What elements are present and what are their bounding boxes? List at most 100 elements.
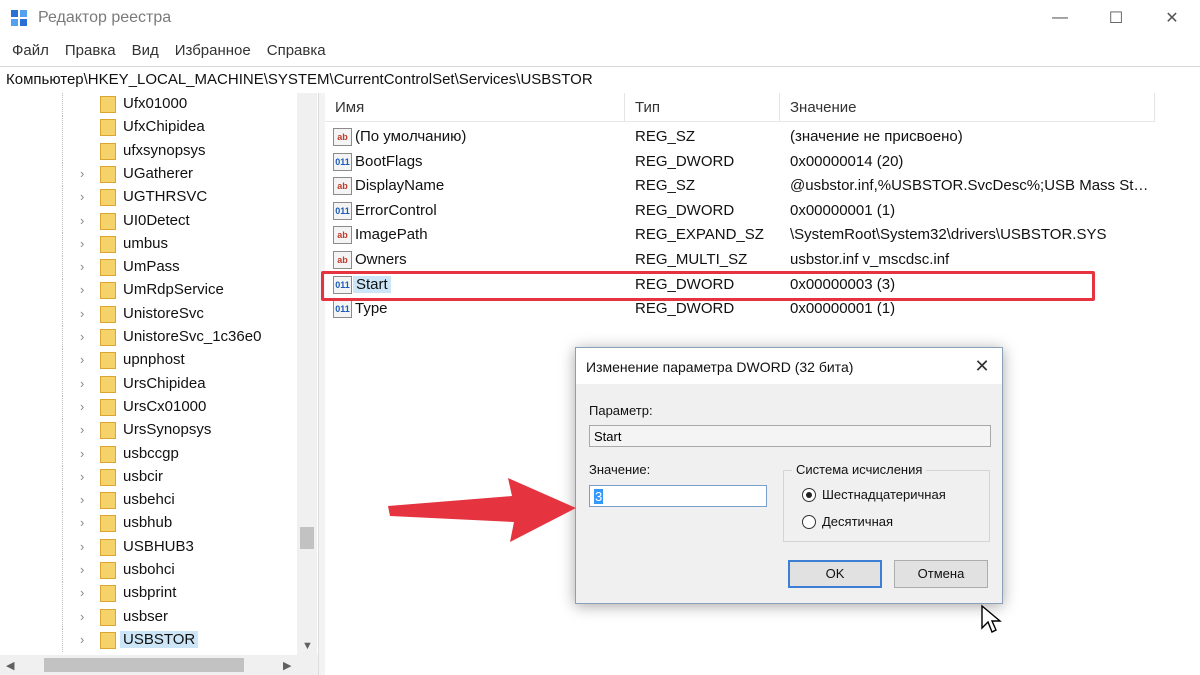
chevron-right-icon[interactable]: ›: [80, 166, 84, 181]
value-row[interactable]: 011 BootFlags REG_DWORD 0x00000014 (20): [325, 150, 1155, 174]
chevron-right-icon[interactable]: ›: [80, 422, 84, 437]
scroll-down-arrow-icon[interactable]: ▼: [302, 640, 313, 652]
pane-splitter[interactable]: [318, 93, 325, 675]
scroll-left-arrow-icon[interactable]: ◀: [6, 659, 14, 672]
tree-item[interactable]: › UrsChipidea: [0, 372, 300, 396]
column-header-name[interactable]: Имя: [325, 93, 625, 121]
value-data: usbstor.inf v_mscdsc.inf: [790, 251, 950, 268]
minimize-button[interactable]: —: [1032, 0, 1088, 36]
chevron-right-icon[interactable]: ›: [80, 282, 84, 297]
menu-view[interactable]: Вид: [124, 38, 167, 64]
tree-item[interactable]: › usbprint: [0, 582, 300, 606]
chevron-right-icon[interactable]: ›: [80, 329, 84, 344]
tree-item[interactable]: › UrsCx01000: [0, 395, 300, 419]
value-name: (По умолчанию): [355, 128, 467, 145]
value-name: Owners: [355, 251, 407, 268]
cancel-button[interactable]: Отмена: [894, 560, 988, 588]
tree-item-label: Ufx01000: [123, 95, 188, 112]
value-row[interactable]: ab (По умолчанию) REG_SZ (значение не присв…: [325, 125, 1155, 149]
column-header-data[interactable]: Значение: [780, 93, 1155, 121]
value-input[interactable]: 3: [589, 485, 767, 507]
menu-help[interactable]: Справка: [259, 38, 334, 64]
value-data: 0x00000014 (20): [790, 152, 904, 170]
value-row[interactable]: ab Owners REG_MULTI_SZ usbstor.inf v_mscdsc…: [325, 248, 1155, 272]
tree-item[interactable]: › UmPass: [0, 256, 300, 280]
tree-item-label: USBHUB3: [123, 537, 194, 555]
address-bar[interactable]: Компьютер\HKEY_LOCAL_MACHINE\SYSTEM\Curr…: [0, 66, 1200, 94]
chevron-right-icon[interactable]: ›: [80, 539, 84, 554]
ok-button[interactable]: OK: [788, 560, 882, 588]
tree-item[interactable]: › usbhub: [0, 512, 300, 536]
tree-scroll-thumb[interactable]: [300, 527, 314, 549]
tree-item[interactable]: › usbehci: [0, 489, 300, 513]
binary-value-icon: 011: [333, 300, 352, 319]
value-row[interactable]: ab DisplayName REG_SZ @usbstor.inf,%USBSTOR…: [325, 174, 1155, 198]
scroll-right-arrow-icon[interactable]: ▶: [283, 659, 291, 672]
tree-guide-line: [62, 372, 63, 396]
folder-icon: [100, 142, 116, 160]
folder-icon: [100, 562, 116, 579]
chevron-right-icon[interactable]: ›: [80, 585, 84, 600]
dialog-close-icon[interactable]: ✕: [970, 354, 994, 378]
chevron-right-icon[interactable]: ›: [80, 259, 84, 274]
tree-item[interactable]: UfxChipidea: [0, 116, 300, 140]
chevron-right-icon[interactable]: ›: [80, 189, 84, 204]
tree-item[interactable]: › UGatherer: [0, 162, 300, 186]
tree-item-label: usbehci: [123, 491, 175, 509]
tree-item[interactable]: › umbus: [0, 232, 300, 256]
tree-item[interactable]: Ufx01000: [0, 93, 300, 116]
tree-guide-line: [62, 395, 63, 419]
tree-item-label: UmPass: [123, 258, 180, 276]
tree-item[interactable]: › UnistoreSvc_1c36e0: [0, 326, 300, 349]
tree-hscroll-thumb[interactable]: [44, 658, 244, 672]
folder-icon: [100, 631, 116, 649]
tree-item[interactable]: › USBHUB3: [0, 535, 300, 559]
chevron-right-icon[interactable]: ›: [80, 399, 84, 414]
dialog-title-bar: Изменение параметра DWORD (32 бита) ✕: [576, 348, 1002, 384]
dialog-title: Изменение параметра DWORD (32 бита): [586, 359, 854, 375]
chevron-right-icon[interactable]: ›: [80, 306, 84, 321]
tree-item[interactable]: › UI0Detect: [0, 209, 300, 233]
chevron-right-icon[interactable]: ›: [80, 632, 84, 647]
tree-item[interactable]: › UGTHRSVC: [0, 186, 300, 210]
tree-item[interactable]: › upnphost: [0, 349, 300, 373]
tree-guide-line: [62, 209, 63, 233]
close-button[interactable]: ✕: [1144, 0, 1200, 36]
chevron-right-icon[interactable]: ›: [80, 562, 84, 577]
tree-item[interactable]: › usbohci: [0, 559, 300, 582]
chevron-right-icon[interactable]: ›: [80, 376, 84, 391]
regedit-icon: [11, 10, 27, 26]
value-type: REG_EXPAND_SZ: [635, 226, 764, 244]
chevron-right-icon[interactable]: ›: [80, 469, 84, 484]
menu-favorites[interactable]: Избранное: [167, 38, 259, 64]
tree-item[interactable]: › usbccgp: [0, 442, 300, 466]
chevron-right-icon[interactable]: ›: [80, 492, 84, 507]
chevron-right-icon[interactable]: ›: [80, 236, 84, 251]
tree-guide-line: [62, 186, 63, 210]
chevron-right-icon[interactable]: ›: [80, 352, 84, 367]
menu-edit[interactable]: Правка: [57, 38, 124, 64]
column-header-type[interactable]: Тип: [625, 93, 780, 121]
tree-vertical-scrollbar[interactable]: [297, 93, 317, 656]
radio-hex-indicator[interactable]: [802, 488, 816, 502]
tree-item[interactable]: › UmRdpService: [0, 279, 300, 303]
tree-item[interactable]: › usbcir: [0, 465, 300, 489]
folder-icon: [100, 352, 116, 370]
tree-item[interactable]: › USBSTOR: [0, 628, 300, 652]
chevron-right-icon[interactable]: ›: [80, 446, 84, 461]
value-row[interactable]: 011 ErrorControl REG_DWORD 0x00000001 (1): [325, 199, 1155, 223]
folder-icon: [100, 492, 116, 510]
window-title: Редактор реестра: [38, 9, 172, 26]
chevron-right-icon[interactable]: ›: [80, 609, 84, 624]
value-row[interactable]: ab ImagePath REG_EXPAND_SZ \SystemRoot\Syst…: [325, 223, 1155, 247]
radio-dec-indicator[interactable]: [802, 515, 816, 529]
maximize-button[interactable]: ☐: [1088, 0, 1144, 36]
menu-file[interactable]: Файл: [0, 38, 57, 64]
chevron-right-icon[interactable]: ›: [80, 515, 84, 530]
tree-item[interactable]: ufxsynopsys: [0, 139, 300, 163]
value-data: @usbstor.inf,%USBSTOR.SvcDesc%;USB Mass …: [790, 177, 1150, 195]
tree-item[interactable]: › usbser: [0, 605, 300, 629]
tree-item[interactable]: › UnistoreSvc: [0, 302, 300, 326]
tree-item[interactable]: › UrsSynopsys: [0, 419, 300, 443]
chevron-right-icon[interactable]: ›: [80, 213, 84, 228]
